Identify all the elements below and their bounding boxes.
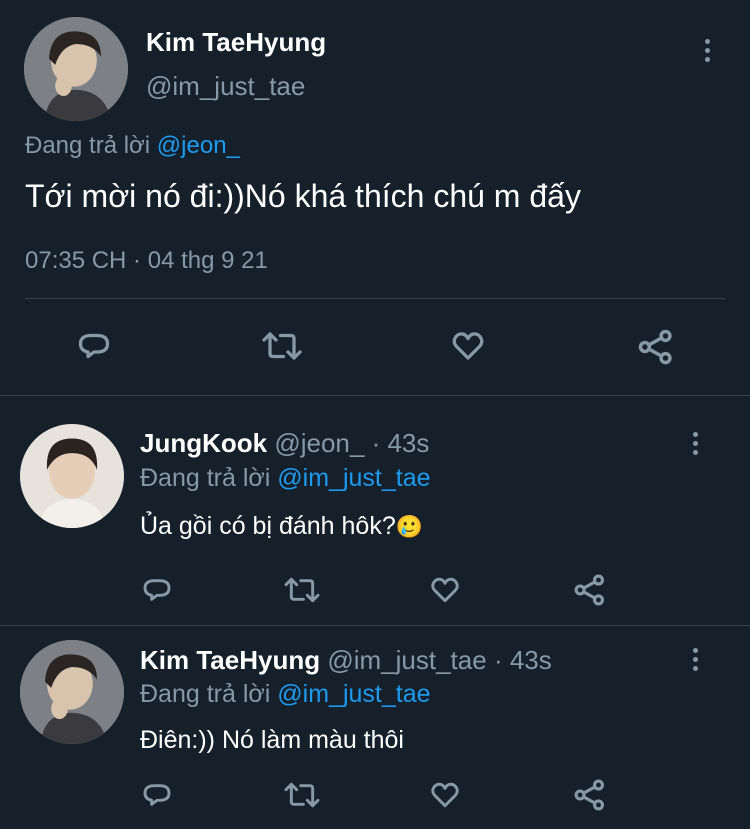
author-name[interactable]: Kim TaeHyung [140,645,320,675]
like-icon[interactable] [449,328,487,364]
like-icon[interactable] [428,574,462,606]
reply-icon[interactable] [141,574,173,606]
reply-icon[interactable] [141,779,173,811]
reply-to-link[interactable]: @im_just_tae [277,680,430,708]
tweet-text: Điên:)) Nó làm màu thôi [140,726,404,754]
author-handle[interactable]: @im_just_tae [146,71,305,102]
reply-icon[interactable] [76,328,112,364]
like-icon[interactable] [428,779,462,811]
section-divider [0,625,750,626]
retweet-icon[interactable] [260,328,304,364]
avatar-image [24,17,128,121]
reply-header: Kim TaeHyung @im_just_tae · 43s [140,645,552,676]
share-icon[interactable] [636,328,676,366]
share-icon[interactable] [573,573,607,607]
emoji: 🥲 [395,514,424,539]
reply-context: Đang trả lời @im_just_tae [140,680,431,709]
reply-to-link[interactable]: @im_just_tae [277,464,430,492]
reply-prefix: Đang trả lời [140,680,271,708]
tweet-text: Ủa gồi có bị đánh hôk? [140,512,396,540]
more-icon[interactable] [692,432,698,455]
reply-context: Đang trả lời @im_just_tae [140,464,431,493]
more-icon[interactable] [704,39,710,62]
tweet-timestamp[interactable]: 07:35 CH · 04 thg 9 21 [25,247,268,275]
retweet-icon[interactable] [283,779,321,811]
reply-time[interactable]: · 43s [494,645,552,675]
reply-prefix: Đang trả lời [25,132,151,159]
more-icon[interactable] [692,648,698,671]
divider [25,298,725,299]
avatar-image [20,424,124,528]
reply-time[interactable]: · 43s [372,428,430,458]
author-name[interactable]: Kim TaeHyung [146,27,326,58]
tweet-text-line: Ủa gồi có bị đánh hôk?🥲 [140,512,423,541]
tweet-text: Tới mời nó đi:))Nó khá thích chú m đấy [25,178,581,214]
author-name[interactable]: JungKook [140,428,267,458]
avatar-image [20,640,124,744]
share-icon[interactable] [573,778,607,812]
reply-to-link[interactable]: @jeon_ [157,132,240,159]
author-handle[interactable]: @im_just_tae [327,645,486,675]
avatar[interactable] [20,640,124,744]
reply-header: JungKook @jeon_ · 43s [140,428,429,459]
avatar[interactable] [24,17,128,121]
reply-context: Đang trả lời @jeon_ [25,132,240,160]
author-handle[interactable]: @jeon_ [274,428,364,458]
avatar[interactable] [20,424,124,528]
section-divider [0,395,750,396]
reply-prefix: Đang trả lời [140,464,271,492]
retweet-icon[interactable] [283,574,321,606]
